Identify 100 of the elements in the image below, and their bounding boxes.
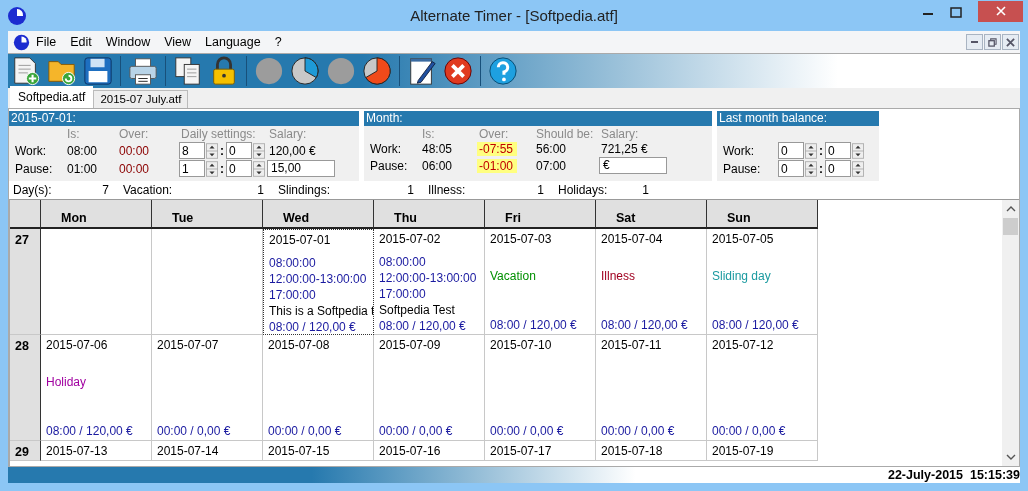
date-text: 2015-07-17 [490,443,553,459]
time-text: 08:00:00 [269,255,317,271]
status-text: Vacation [490,269,537,283]
pie-chart-icon[interactable] [290,56,320,86]
value-text: -01:00 [477,158,518,173]
value-text: 01:00 [66,161,99,176]
close-button[interactable] [1002,34,1019,50]
new-document-icon[interactable] [11,56,41,86]
close-button[interactable] [978,0,1023,22]
hours-field[interactable]: 0 [778,160,804,177]
spinner-icon[interactable] [206,160,218,177]
time-text: 17:00:00 [379,286,427,302]
scrollbar[interactable] [1002,200,1019,466]
day-cell[interactable] [41,229,152,335]
spinner-icon[interactable] [852,160,864,177]
day-cell[interactable]: 2015-07-13 [41,441,152,461]
day-cell[interactable]: 2015-07-02 08:00:00 12:00:00-13:00:00 17:00:00 Softpedia Test 08:00 / 120,00 € [374,229,485,335]
time-text: 12:00:00-13:00:00 [379,270,478,286]
time-text: 17:00:00 [269,287,317,303]
delete-icon[interactable] [443,56,473,86]
note-text: Softpedia Test [379,302,456,318]
hours-field[interactable]: 8 [179,142,205,159]
day-cell[interactable]: 2015-07-04 Illness 08:00 / 120,00 € [596,229,707,335]
save-icon[interactable] [83,56,113,86]
weekday-header: Tue [152,200,263,229]
day-cell[interactable]: 2015-07-17 [485,441,596,461]
day-cell[interactable]: 2015-07-09 00:00 / 0,00 € [374,335,485,441]
copy-icon[interactable] [173,56,203,86]
notepad-pen-icon[interactable] [407,56,437,86]
day-cell[interactable]: 2015-07-12 00:00 / 0,00 € [707,335,818,441]
menu-item[interactable]: Language [205,35,261,49]
day-cell[interactable]: 2015-07-07 00:00 / 0,00 € [152,335,263,441]
menu-item[interactable]: Edit [70,35,92,49]
file-tab[interactable]: Softpedia.atf [10,86,94,108]
row-label: Pause: [722,161,762,176]
colon-text: : [219,161,225,176]
file-tab[interactable]: 2015-07 July.atf [93,90,189,108]
spinner-icon[interactable] [805,160,817,177]
minutes-field[interactable]: 0 [226,142,252,159]
spinner-icon[interactable] [253,142,265,159]
day-cell[interactable]: 2015-07-10 00:00 / 0,00 € [485,335,596,441]
spinner-icon[interactable] [253,160,265,177]
total-text: 00:00 / 0,00 € [490,423,565,439]
printer-icon[interactable] [128,56,158,86]
total-text: 00:00 / 0,00 € [268,423,343,439]
day-cell[interactable]: 2015-07-08 00:00 / 0,00 € [263,335,374,441]
restore-button[interactable] [984,34,1001,50]
menu-item[interactable]: View [164,35,192,49]
date-text: 2015-07-14 [157,443,220,459]
scrollbar-thumb[interactable] [1003,218,1018,235]
summary-value: 1 [406,183,415,197]
scroll-down-icon[interactable] [1005,454,1016,460]
value-text: -07:55 [477,142,518,156]
day-cell[interactable]: 2015-07-14 [152,441,263,461]
total-text: 08:00 / 120,00 € [712,317,800,333]
date-text: 2015-07-04 [601,231,664,247]
minimize-button[interactable] [966,34,983,50]
date-text: 2015-07-01 [269,232,332,248]
day-cell[interactable]: 2015-07-11 00:00 / 0,00 € [596,335,707,441]
scroll-up-icon[interactable] [1005,206,1016,212]
day-cell[interactable]: 2015-07-06 Holiday 08:00 / 120,00 € [41,335,152,441]
weekday-header: Fri [485,200,596,229]
hours-field[interactable]: 0 [778,142,804,159]
date-text: 2015-07-12 [712,337,775,353]
date-text: 2015-07-19 [712,443,775,459]
day-cell[interactable]: 2015-07-16 [374,441,485,461]
column-label: Daily settings: [180,127,257,141]
spinner-icon[interactable] [206,142,218,159]
day-cell[interactable]: 2015-07-05 Sliding day 08:00 / 120,00 € [707,229,818,335]
weekday-header: Sun [707,200,818,229]
minutes-field[interactable]: 0 [825,142,851,159]
minutes-field[interactable]: 0 [226,160,252,177]
close-icon [995,6,1006,16]
column-label: Over: [478,127,510,141]
row-label: Work: [369,142,403,156]
date-text: 2015-07-06 [46,337,109,353]
minutes-field[interactable]: 0 [825,160,851,177]
day-cell[interactable]: 2015-07-03 Vacation 08:00 / 120,00 € [485,229,596,335]
menu-item[interactable]: ? [274,35,282,49]
help-icon[interactable] [488,56,518,86]
column-label: Salary: [268,127,308,141]
hours-field[interactable]: 1 [179,160,205,177]
spinner-icon[interactable] [852,142,864,159]
row-label: Work: [722,143,756,158]
maximize-icon[interactable] [950,6,962,19]
day-cell[interactable]: 2015-07-19 [707,441,818,461]
day-cell[interactable] [152,229,263,335]
salary-field[interactable]: € [599,157,667,174]
menu-item[interactable]: Window [105,35,151,49]
colon-text: : [219,143,225,158]
day-cell[interactable]: 2015-07-18 [596,441,707,461]
weekday-header: Wed [263,200,374,229]
spinner-icon[interactable] [805,142,817,159]
clock-icon[interactable] [13,33,30,51]
pie-chart-icon[interactable] [362,56,392,86]
colon-text: : [818,143,824,158]
day-cell[interactable]: 2015-07-15 [263,441,374,461]
date-text: 2015-07-03 [490,231,553,247]
menu-item[interactable]: File [36,35,57,49]
salary-field[interactable]: 15,00 [267,160,335,177]
